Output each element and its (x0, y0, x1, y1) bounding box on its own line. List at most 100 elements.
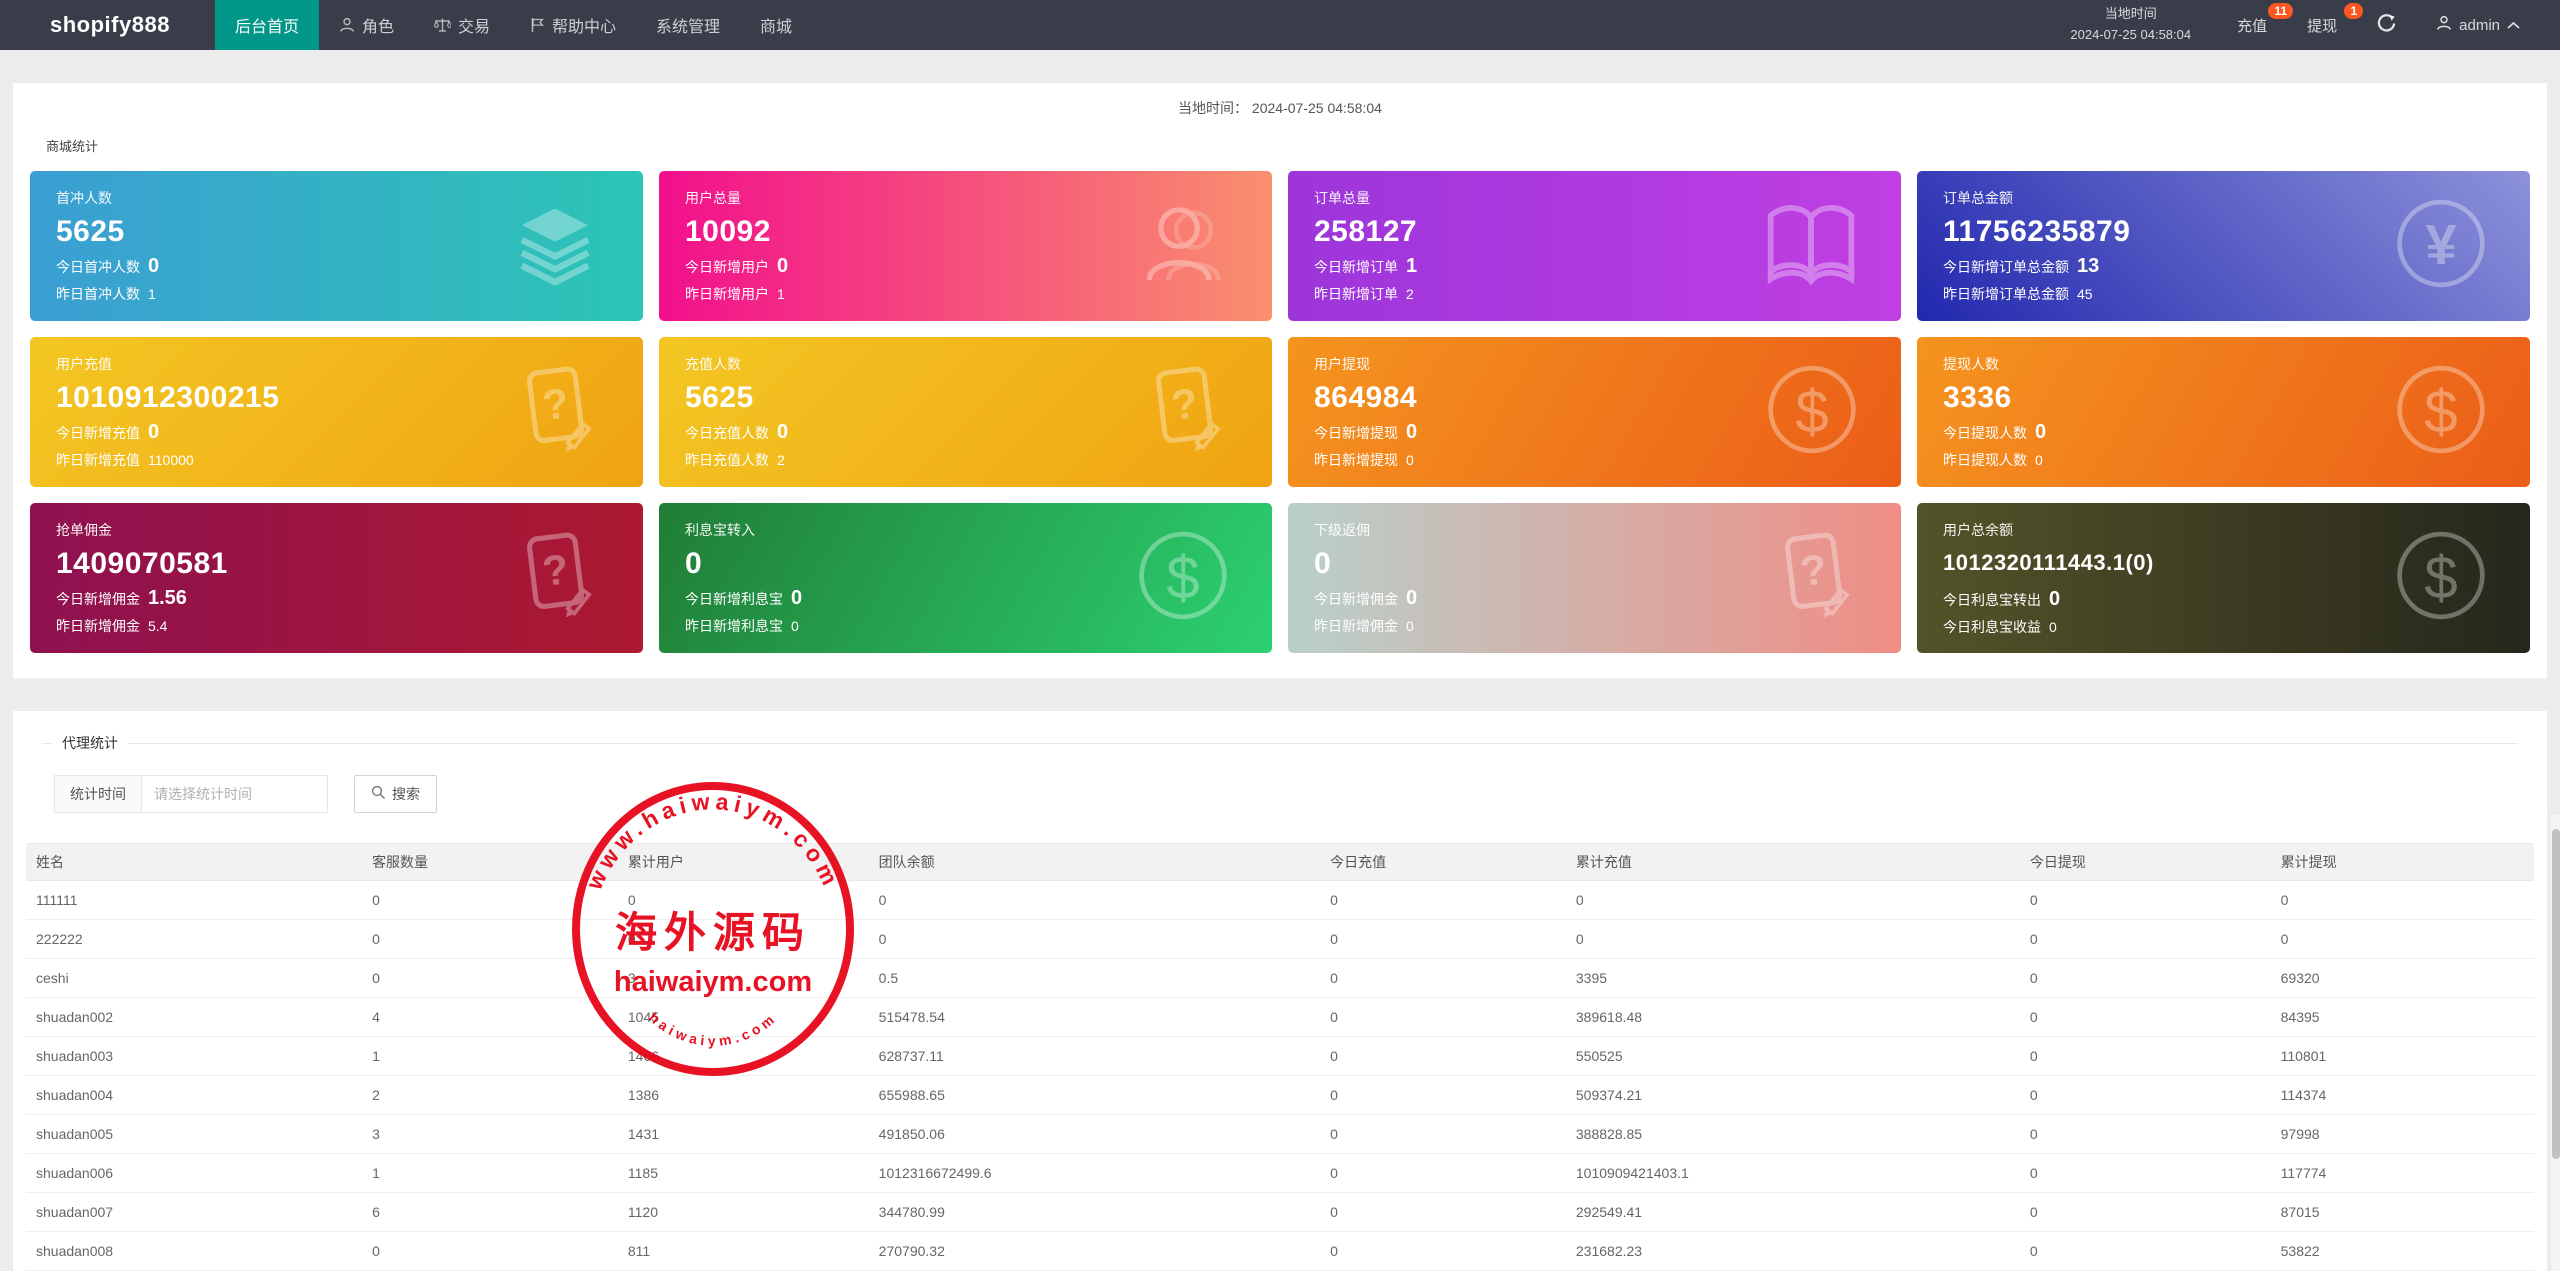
local-time-label: 当地时间 (2104, 6, 2157, 22)
card-line2-label: 今日新增提现 (1314, 425, 1398, 441)
table-cell: 0 (2019, 919, 2271, 959)
table-cell: 0 (2270, 919, 2534, 959)
table-cell: 0 (1320, 1075, 1566, 1115)
table-cell: 628737.11 (868, 1036, 1321, 1076)
svg-text:$: $ (1795, 378, 1828, 445)
card-line2-label: 今日提现人数 (1943, 425, 2027, 441)
svg-text:?: ? (1798, 545, 1829, 595)
card-line3-value: 0 (2049, 619, 2057, 635)
table-cell: 389618.48 (1565, 997, 2020, 1037)
mall-stats-title: 商城统计 (46, 139, 99, 154)
table-cell: 3395 (1565, 958, 2020, 998)
table-cell: shuadan003 (26, 1036, 363, 1076)
table-cell: 1120 (617, 1192, 869, 1232)
nav-item-label: 角色 (361, 19, 394, 36)
withdraw-menu-item[interactable]: 提现 1 (2287, 0, 2364, 50)
table-cell: 0 (1320, 1036, 1566, 1076)
refresh-icon (2377, 13, 2396, 37)
stat-card-8: 抢单佣金 1409070581 今日新增佣金 1.56 昨日新增佣金 5.4? (30, 503, 643, 653)
nav-item-home[interactable]: 后台首页 (214, 0, 319, 50)
table-cell: 2 (362, 1075, 618, 1115)
search-icon (371, 785, 386, 803)
card-line2-value: 0 (148, 421, 160, 443)
table-cell: 0 (362, 958, 618, 998)
layers-icon (509, 198, 601, 295)
table-cell: 0 (1320, 1153, 1566, 1193)
table-header-cell: 今日提现 (2019, 843, 2271, 881)
card-line3-label: 昨日充值人数 (685, 452, 769, 468)
agent-stats-panel: 代理统计 统计时间 搜索 姓名客服数量累计用户团队余额今日充值累计充值今日提现累… (13, 711, 2547, 1271)
card-line2-value: 0 (2049, 588, 2061, 610)
table-cell: shuadan004 (26, 1075, 363, 1115)
table-cell: 110801 (2270, 1036, 2534, 1076)
user-icon (339, 17, 355, 33)
card-line3-label: 昨日新增佣金 (1314, 618, 1398, 634)
refresh-button[interactable] (2357, 0, 2416, 50)
recharge-menu-item[interactable]: 充值 11 (2217, 0, 2294, 50)
nav-item-mall[interactable]: 商城 (740, 0, 812, 50)
table-row: 222222 0 0 0 0 0 0 0 (26, 919, 2534, 959)
svg-text:?: ? (540, 545, 571, 595)
dollar-circle-icon: $ (1765, 363, 1859, 462)
user-menu[interactable]: admin (2416, 0, 2540, 50)
table-cell: 0 (362, 1231, 618, 1271)
stat-card-3: 订单总金额 11756235879 今日新增订单总金额 13 昨日新增订单总金额 45 ¥ (1917, 171, 2530, 321)
table-header-cell: 今日充值 (1320, 843, 1566, 881)
page-scrollbar[interactable] (2550, 815, 2560, 1271)
stat-card-4: 用户充值 1010912300215 今日新增充值 0 昨日新增充值 110000? (30, 337, 643, 487)
card-line2-value: 0 (148, 255, 160, 277)
table-header-cell: 客服数量 (362, 843, 618, 881)
table-cell: 0 (1320, 919, 1566, 959)
card-line2-value: 1 (1406, 255, 1418, 277)
search-row: 统计时间 搜索 (54, 775, 2534, 813)
card-line2-label: 今日新增利息宝 (685, 591, 783, 607)
table-cell: shuadan008 (26, 1231, 363, 1271)
agent-stats-title: 代理统计 (62, 735, 118, 751)
table-cell: 114374 (2270, 1075, 2534, 1115)
card-line2-label: 今日新增佣金 (56, 591, 140, 607)
nav-item-roles[interactable]: 角色 (319, 0, 414, 50)
table-cell: 84395 (2270, 997, 2534, 1037)
card-line3-value: 0 (2035, 452, 2043, 468)
table-cell: 1185 (617, 1153, 869, 1193)
stat-time-input[interactable] (142, 775, 328, 813)
card-line3-label: 昨日新增利息宝 (685, 618, 783, 634)
card-line3-value: 0 (1406, 618, 1414, 634)
table-cell: 0 (2019, 958, 2271, 998)
table-cell: 0 (2019, 1153, 2271, 1193)
dollar-circle-icon: $ (1136, 529, 1230, 628)
table-cell: 4 (362, 997, 618, 1037)
nav-item-label: 后台首页 (234, 19, 299, 36)
table-header-cell: 累计用户 (617, 843, 869, 881)
table-row: shuadan007 6 1120 344780.99 0 292549.41 0 87015 (26, 1192, 2534, 1232)
table-cell: 509374.21 (1565, 1075, 2020, 1115)
scrollbar-thumb[interactable] (2552, 829, 2560, 1159)
svg-text:$: $ (1166, 544, 1199, 611)
doc-question-icon: ? (509, 528, 601, 629)
table-cell: 292549.41 (1565, 1192, 2020, 1232)
card-line2-value: 13 (2077, 255, 2100, 277)
table-header-cell: 姓名 (26, 843, 363, 881)
card-line3-label: 昨日新增订单总金额 (1943, 286, 2069, 302)
table-cell: 3 (617, 958, 869, 998)
table-cell: shuadan002 (26, 997, 363, 1037)
table-cell: 0 (868, 880, 1321, 920)
table-cell: ceshi (26, 958, 363, 998)
search-button-label: 搜索 (392, 786, 420, 802)
search-button[interactable]: 搜索 (354, 775, 437, 813)
card-line2-value: 0 (777, 255, 789, 277)
flag-icon (530, 17, 545, 33)
table-cell: 117774 (2270, 1153, 2534, 1193)
stat-card-9: 利息宝转入 0 今日新增利息宝 0 昨日新增利息宝 0 $ (659, 503, 1272, 653)
navbar-local-time: 当地时间 2024-07-25 04:58:04 (2044, 4, 2217, 46)
nav-item-trade[interactable]: 交易 (414, 0, 510, 50)
nav-item-system[interactable]: 系统管理 (636, 0, 740, 50)
card-line3-label: 昨日新增用户 (685, 286, 769, 302)
table-cell: 0 (1565, 919, 2020, 959)
nav-menu: 后台首页 角色 交易 帮助中心 系统管理 商城 (214, 0, 812, 50)
nav-item-label: 帮助中心 (551, 19, 616, 36)
table-row: ceshi 0 3 0.5 0 3395 0 69320 (26, 958, 2534, 998)
nav-item-help[interactable]: 帮助中心 (510, 0, 636, 50)
brand-logo[interactable]: shopify888 (0, 0, 215, 50)
stat-card-5: 充值人数 5625 今日充值人数 0 昨日充值人数 2? (659, 337, 1272, 487)
